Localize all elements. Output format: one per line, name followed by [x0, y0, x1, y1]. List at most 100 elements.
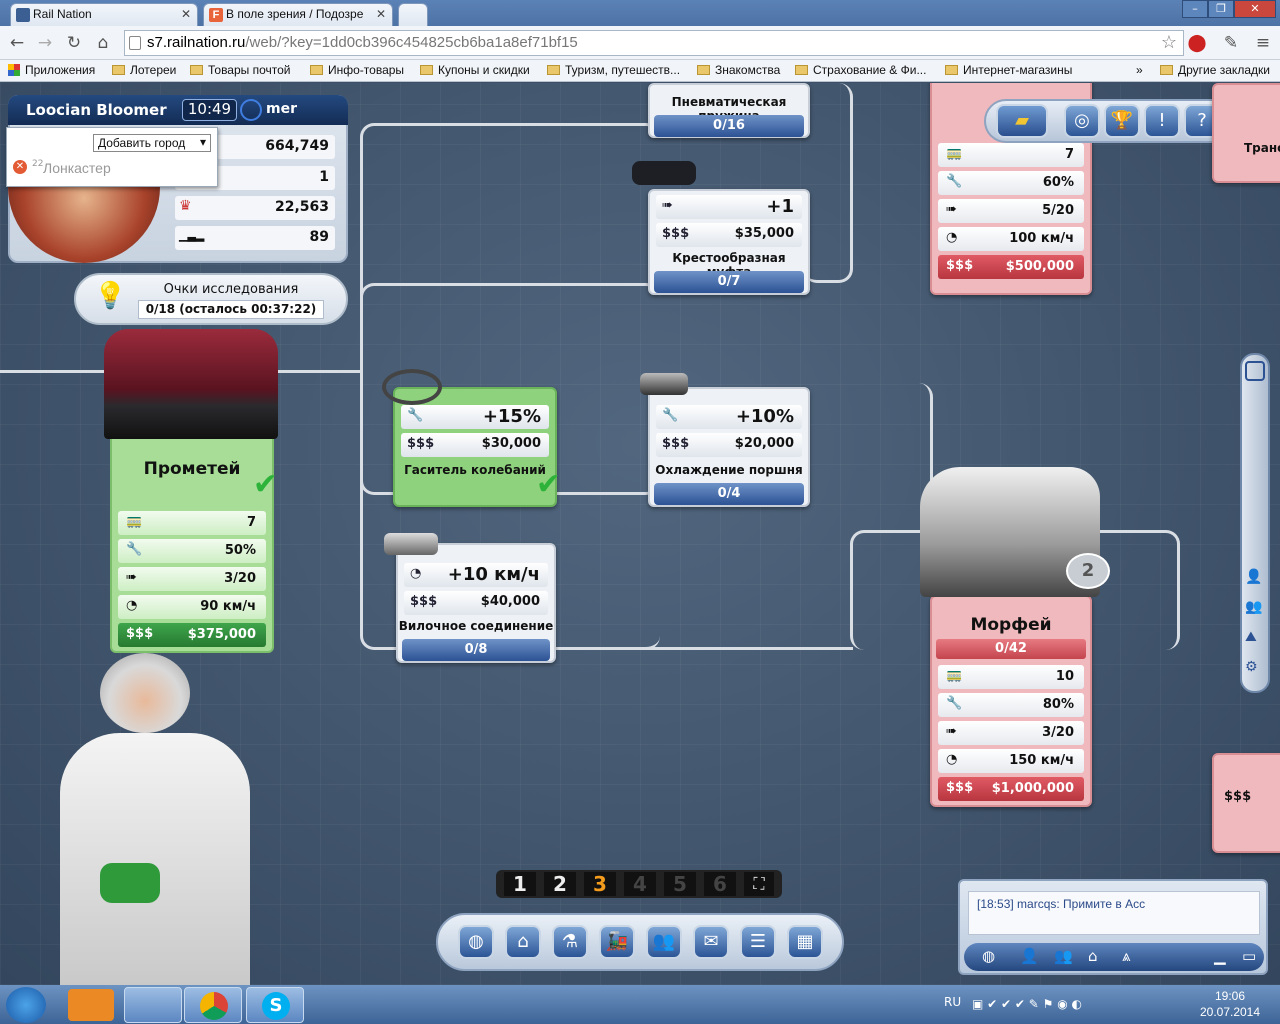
- ranking-podium-icon: ▁▃▂: [179, 229, 205, 242]
- globe-icon[interactable]: [240, 99, 262, 121]
- speed-row: ◔ 150 км/ч: [938, 749, 1084, 773]
- microscope-icon[interactable]: ⚗: [552, 925, 588, 959]
- bookmark-folder[interactable]: Товары почтой: [190, 63, 291, 77]
- minimize-icon[interactable]: –: [1182, 0, 1208, 18]
- gold-icon[interactable]: ▰: [996, 104, 1048, 138]
- bonus-row: ◔ +10 км/ч: [404, 563, 548, 587]
- globe-icon[interactable]: ◍: [458, 925, 494, 959]
- speedometer-icon: ◔: [410, 566, 422, 581]
- fullscreen-icon[interactable]: ⛶: [744, 872, 774, 896]
- right-partial-card[interactable]: $$$: [1212, 753, 1280, 853]
- era-4-button[interactable]: 4: [624, 872, 656, 896]
- upgrade-card-fork[interactable]: ◔ +10 км/ч $$$ $40,000 Вилочное соединение…: [396, 543, 556, 663]
- language-indicator[interactable]: RU: [944, 995, 961, 1009]
- maximize-chat-icon[interactable]: ▭: [1242, 947, 1256, 965]
- research-title: Очки исследования: [163, 282, 299, 297]
- loco-image-prometheus[interactable]: [104, 329, 278, 439]
- wrench-icon: 🔧: [126, 542, 143, 557]
- reload-icon[interactable]: ↻: [63, 32, 85, 54]
- side-scroll-panel[interactable]: 👤 👥 ⛰ ⚙: [1240, 353, 1270, 693]
- bookmark-apps[interactable]: Приложения: [8, 63, 95, 77]
- home-icon[interactable]: ⌂: [92, 32, 114, 54]
- settings-icon[interactable]: ⚙: [1245, 659, 1265, 679]
- group-chat-icon[interactable]: 👥: [1054, 947, 1073, 965]
- rail-chat-icon[interactable]: ⩓: [1122, 947, 1130, 965]
- clock-date[interactable]: 20.07.2014: [1194, 1005, 1266, 1019]
- clock-time[interactable]: 19:06: [1200, 989, 1260, 1003]
- checkmark-icon: ✔: [535, 467, 561, 502]
- bookmark-folder[interactable]: Лотереи: [112, 63, 176, 77]
- media-player-icon[interactable]: [68, 989, 114, 1021]
- main-menu-bar: ◍ ⌂ ⚗ 🚂 👥 ✉ ☰ ▦: [436, 913, 844, 971]
- folder-icon: [112, 65, 125, 75]
- dropdown-arrow-icon: ▾: [199, 135, 206, 149]
- chrome-icon[interactable]: [184, 987, 242, 1023]
- bookmark-folder[interactable]: Интернет-магазины: [945, 63, 1072, 77]
- close-tab-icon[interactable]: ✕: [181, 7, 191, 21]
- train-icon[interactable]: 🚂: [599, 925, 635, 959]
- alert-icon[interactable]: !: [1144, 104, 1180, 138]
- bookmark-folder[interactable]: Инфо-товары: [310, 63, 404, 77]
- era-3-button[interactable]: 3: [584, 872, 616, 896]
- upgrade-card-piston[interactable]: 🔧 +10% $$$ $20,000 Охлаждение поршня 0/4: [648, 387, 810, 507]
- new-tab-button[interactable]: [398, 3, 428, 26]
- city-popup: Добавить город ▾ ✕ 22 Лонкастер: [6, 127, 218, 187]
- close-window-icon[interactable]: ✕: [1234, 0, 1276, 18]
- association-icon[interactable]: 👥: [646, 925, 682, 959]
- tab-rail-nation[interactable]: Rail Nation ✕: [10, 3, 198, 26]
- bookmarks-overflow-button[interactable]: »: [1136, 63, 1143, 77]
- close-tab-icon[interactable]: ✕: [376, 7, 386, 21]
- group-icon[interactable]: 👥: [1245, 599, 1265, 619]
- corporation-chat-icon[interactable]: ⌂: [1088, 947, 1098, 965]
- other-bookmarks[interactable]: Другие закладки: [1160, 63, 1270, 77]
- star-icon[interactable]: ☆: [1161, 32, 1177, 53]
- bookmark-folder[interactable]: Страхование & Фи...: [795, 63, 926, 77]
- remove-city-icon[interactable]: ✕: [13, 160, 27, 174]
- depot-icon[interactable]: ⌂: [505, 925, 541, 959]
- explorer-icon[interactable]: [124, 987, 182, 1023]
- address-bar[interactable]: s7.railnation.ru/web/?key=1dd0cb396c4548…: [124, 30, 1184, 56]
- person-icon[interactable]: 👤: [1245, 569, 1265, 589]
- upgrade-card-damper[interactable]: 🔧 +15% $$$ $30,000 Гаситель колебаний ✔: [393, 387, 561, 507]
- loco-card-prometheus[interactable]: Прометей ✔ 🚃 7 🔧 50% ➠ 3/20 ◔ 90 км/ч $$$ $37…: [110, 423, 278, 653]
- right-partial-card[interactable]: Транс: [1212, 83, 1280, 183]
- upgrade-card-coupling[interactable]: ➠+1 $$$$35,000 Крестообразная муфта 0/7: [648, 189, 810, 295]
- back-arrow-icon[interactable]: ←: [6, 32, 28, 54]
- chat-panel: [18:53] marcqs: Примите в Acc ◍ 👤 👥 ⌂ ⩓ …: [958, 879, 1268, 975]
- upgrade-card-spring[interactable]: Пневматическая пружина 0/16: [648, 83, 810, 138]
- extension-icon[interactable]: ⬤: [1186, 32, 1208, 54]
- city-name[interactable]: Лонкастер: [43, 160, 111, 176]
- mail-icon[interactable]: ✉: [693, 925, 729, 959]
- trophy-icon[interactable]: 🏆: [1104, 104, 1140, 138]
- chat-tabs: ◍ 👤 👥 ⌂ ⩓ ▁ ▭: [964, 943, 1264, 971]
- player-header: Loocian Bloomer 10:49 mer: [8, 95, 348, 125]
- collapse-icon[interactable]: [1245, 361, 1265, 381]
- ranking-list-icon[interactable]: ☰: [740, 925, 776, 959]
- globe-chat-icon[interactable]: ◍: [982, 947, 995, 965]
- maximize-icon[interactable]: ❐: [1208, 0, 1234, 18]
- bookmark-folder[interactable]: Купоны и скидки: [420, 63, 530, 77]
- forward-arrow-icon[interactable]: →: [34, 32, 56, 54]
- wagon-icon: 🚃: [946, 146, 963, 161]
- wrench-icon[interactable]: ✎: [1220, 32, 1242, 54]
- map-icon[interactable]: ⛰: [1245, 629, 1265, 649]
- era-2-button[interactable]: 2: [544, 872, 576, 896]
- menu-icon[interactable]: ≡: [1252, 32, 1274, 54]
- speedometer-icon: ◔: [946, 752, 958, 767]
- era-1-button[interactable]: 1: [504, 872, 536, 896]
- speed-row: ◔ 90 км/ч: [118, 595, 266, 619]
- bookmark-folder[interactable]: Знакомства: [697, 63, 780, 77]
- skype-icon[interactable]: S: [246, 987, 304, 1023]
- add-city-select[interactable]: Добавить город ▾: [93, 134, 211, 152]
- minimize-chat-icon[interactable]: ▁: [1214, 947, 1226, 965]
- era-6-button[interactable]: 6: [704, 872, 736, 896]
- person-chat-icon[interactable]: 👤: [1020, 947, 1039, 965]
- bookmark-folder[interactable]: Туризм, путешеств...: [547, 63, 680, 77]
- tab-second[interactable]: F В поле зрения / Подозре ✕: [203, 3, 393, 26]
- help-circle-icon[interactable]: ◎: [1064, 104, 1100, 138]
- loco-card-morpheus[interactable]: Морфей 0/42 🚃 10 🔧 80% ➠ 3/20 ◔ 150 км/ч $$$…: [930, 595, 1092, 807]
- era-5-button[interactable]: 5: [664, 872, 696, 896]
- calculator-icon[interactable]: ▦: [787, 925, 823, 959]
- tray-icons[interactable]: ▣ ✔ ✔ ✔ ✎ ⚑ ◉ ◐: [972, 997, 1082, 1011]
- start-button-icon[interactable]: [6, 987, 46, 1023]
